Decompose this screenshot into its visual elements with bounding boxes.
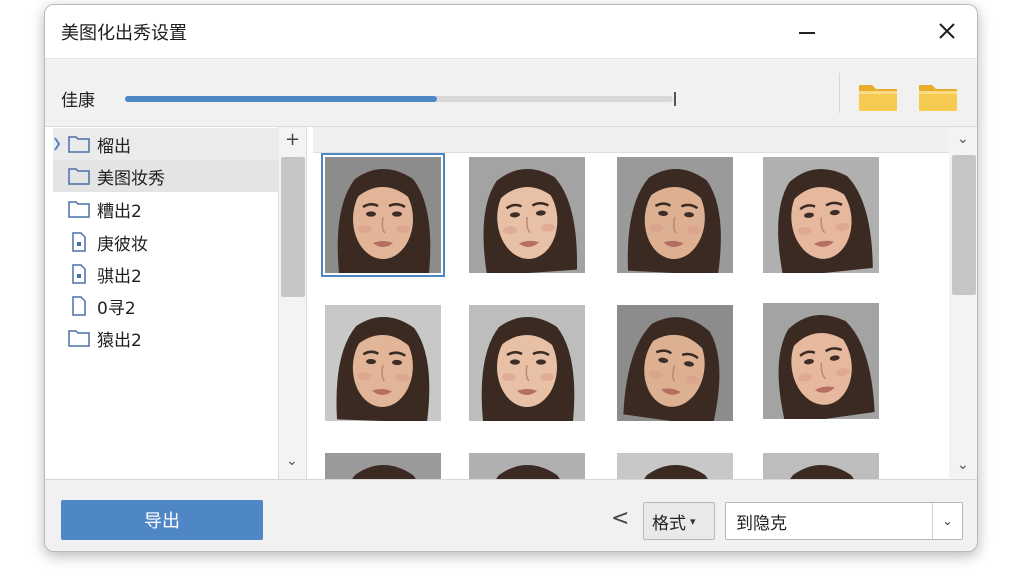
photo-thumbnail[interactable] bbox=[325, 453, 441, 479]
file-icon bbox=[67, 231, 91, 253]
photo-thumbnail[interactable] bbox=[763, 453, 879, 479]
tree-scrollbar[interactable]: + ⌄ bbox=[279, 127, 307, 479]
format-dropdown[interactable]: 格式 ▾ bbox=[643, 502, 715, 540]
title-bar: 美图化出秀设置 bbox=[45, 5, 977, 59]
open-folder-button[interactable] bbox=[855, 77, 901, 117]
tree-item[interactable]: 0寻2 bbox=[53, 290, 279, 322]
photo-thumbnail[interactable] bbox=[617, 453, 733, 479]
tree-item-label: 猿出2 bbox=[97, 330, 142, 351]
folder-icon bbox=[919, 85, 957, 111]
photo-thumbnail[interactable] bbox=[617, 157, 733, 273]
export-button[interactable]: 导出 bbox=[61, 500, 263, 540]
add-icon[interactable]: + bbox=[285, 129, 300, 150]
grid-scrollbar[interactable]: ⌄ ⌄ bbox=[949, 127, 977, 479]
window-title: 美图化出秀设置 bbox=[61, 23, 187, 44]
close-button[interactable] bbox=[927, 15, 967, 47]
tree-item[interactable]: 猿出2 bbox=[53, 322, 279, 354]
minimize-icon bbox=[799, 32, 815, 34]
dialog-window: 美图化出秀设置 佳康 榴出 美图妆秀 糟出2 庚彼妆 骐出2 0寻2 猿出2 +… bbox=[44, 4, 978, 552]
tree-item-label: 0寻2 bbox=[97, 298, 136, 319]
tree-item-label: 美图妆秀 bbox=[97, 168, 165, 189]
file-icon bbox=[67, 263, 91, 285]
folder-tree: 榴出 美图妆秀 糟出2 庚彼妆 骐出2 0寻2 猿出2 bbox=[45, 127, 279, 479]
photo-thumbnail[interactable] bbox=[763, 157, 879, 273]
browse-folder-button[interactable] bbox=[915, 77, 961, 117]
tree-item[interactable]: 糟出2 bbox=[53, 193, 279, 225]
progress-bar bbox=[125, 96, 673, 102]
photo-thumbnail[interactable] bbox=[469, 157, 585, 273]
caret-down-icon: ▾ bbox=[690, 514, 696, 528]
dialog-footer: 导出 < 格式 ▾ 到隐克 ⌄ bbox=[45, 479, 977, 551]
scrollbar-thumb[interactable] bbox=[952, 155, 976, 295]
tree-item[interactable]: 骐出2 bbox=[53, 258, 279, 290]
tree-item[interactable]: 榴出 bbox=[53, 128, 279, 160]
chevron-down-icon[interactable]: ⌄ bbox=[957, 457, 969, 473]
folder-icon bbox=[67, 198, 91, 220]
tree-item[interactable]: 美图妆秀 bbox=[53, 160, 279, 192]
tree-item-label: 庚彼妆 bbox=[97, 234, 148, 255]
progress-end-marker bbox=[674, 92, 676, 106]
tree-item[interactable]: 庚彼妆 bbox=[53, 226, 279, 258]
folder-icon bbox=[67, 165, 91, 187]
photo-thumbnail[interactable] bbox=[321, 153, 445, 277]
minimize-button[interactable] bbox=[787, 15, 827, 47]
folder-icon bbox=[67, 133, 91, 155]
format-label: 格式 bbox=[652, 513, 686, 534]
file-icon bbox=[67, 295, 91, 317]
folder-icon bbox=[859, 85, 897, 111]
destination-select[interactable]: 到隐克 ⌄ bbox=[725, 502, 963, 540]
tree-item-label: 榴出 bbox=[97, 136, 131, 157]
photo-thumbnail[interactable] bbox=[763, 303, 879, 419]
scrollbar-thumb[interactable] bbox=[281, 157, 305, 297]
photo-thumbnail[interactable] bbox=[325, 305, 441, 421]
expand-indicator-icon bbox=[54, 137, 60, 151]
tree-item-label: 糟出2 bbox=[97, 201, 142, 222]
chevron-down-icon[interactable]: ⌄ bbox=[286, 453, 298, 469]
close-icon bbox=[939, 23, 955, 39]
progress-bar-fill bbox=[125, 96, 438, 102]
chevron-down-icon[interactable]: ⌄ bbox=[957, 131, 969, 147]
destination-value: 到隐克 bbox=[736, 513, 787, 534]
photo-thumbnail[interactable] bbox=[469, 453, 585, 479]
progress-toolbar: 佳康 bbox=[45, 59, 977, 127]
grid-header: ⌄ bbox=[313, 127, 949, 153]
progress-label: 佳康 bbox=[61, 91, 95, 111]
photo-thumbnail[interactable] bbox=[617, 305, 733, 421]
back-arrow-button[interactable]: < bbox=[611, 506, 629, 531]
thumbnail-grid: ⌄ bbox=[313, 127, 949, 479]
photo-thumbnail[interactable] bbox=[469, 305, 585, 421]
toolbar-divider bbox=[839, 73, 840, 113]
chevron-down-icon[interactable]: ⌄ bbox=[932, 503, 962, 539]
folder-icon bbox=[67, 327, 91, 349]
tree-item-label: 骐出2 bbox=[97, 266, 142, 287]
